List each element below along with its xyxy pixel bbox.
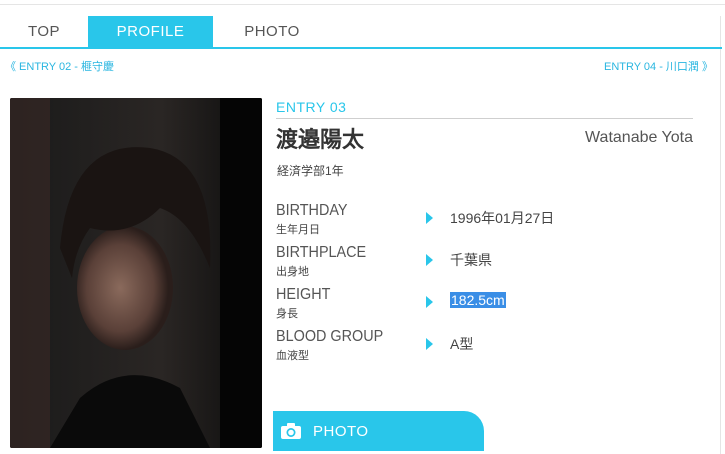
tab-photo[interactable]: PHOTO: [213, 16, 331, 48]
next-entry-link[interactable]: ENTRY 04 - 川口潤 》: [604, 58, 713, 74]
camera-icon: [280, 422, 302, 445]
name-divider: [276, 118, 693, 119]
row-blood-group: BLOOD GROUP 血液型 A型: [276, 328, 696, 364]
arrow-right-icon: [426, 338, 433, 350]
height-value[interactable]: 182.5cm: [450, 292, 506, 308]
top-divider: [0, 4, 725, 5]
blood-group-label-jp: 血液型: [276, 350, 309, 362]
birthday-value: 1996年01月27日: [450, 210, 555, 226]
arrow-right-icon: [426, 296, 433, 308]
row-birthday: BIRTHDAY 生年月日 1996年01月27日: [276, 202, 696, 238]
profile-photo: [10, 98, 262, 448]
row-birthplace: BIRTHPLACE 出身地 千葉県: [276, 244, 696, 280]
birthday-label: BIRTHDAY: [276, 202, 348, 219]
tab-profile[interactable]: PROFILE: [88, 16, 213, 48]
birthplace-label-jp: 出身地: [276, 266, 309, 278]
arrow-right-icon: [426, 212, 433, 224]
right-divider: [720, 16, 721, 454]
photo-button-label: PHOTO: [313, 423, 369, 440]
arrow-right-icon: [426, 254, 433, 266]
birthplace-label: BIRTHPLACE: [276, 244, 367, 261]
height-label-jp: 身長: [276, 308, 298, 320]
tab-underline: [0, 47, 722, 49]
blood-group-value: A型: [450, 336, 474, 352]
name-english: Watanabe Yota: [585, 129, 693, 146]
tab-top[interactable]: TOP: [0, 16, 88, 48]
blood-group-label: BLOOD GROUP: [276, 328, 384, 345]
photo-button[interactable]: PHOTO: [273, 411, 484, 451]
height-label: HEIGHT: [276, 286, 331, 303]
birthplace-value: 千葉県: [450, 252, 492, 268]
tab-bar: TOP PROFILE PHOTO: [0, 16, 725, 48]
name-japanese: 渡邉陽太: [276, 127, 365, 152]
birthday-label-jp: 生年月日: [276, 224, 320, 236]
portrait-image: [10, 98, 262, 448]
row-height: HEIGHT 身長 182.5cm: [276, 286, 696, 322]
faculty-text: 経済学部1年: [277, 164, 344, 178]
entry-number: ENTRY 03: [276, 99, 347, 115]
prev-entry-link[interactable]: 《 ENTRY 02 - 榧守慶: [5, 58, 114, 74]
